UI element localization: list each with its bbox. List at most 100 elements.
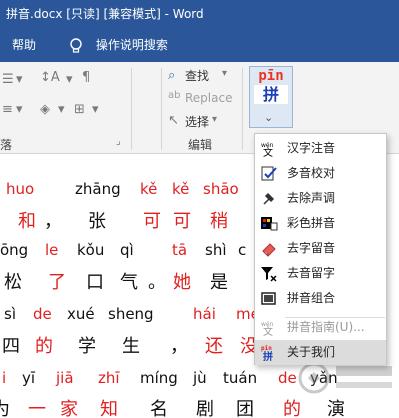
dropdown-arrow-icon[interactable]: ▾	[212, 114, 217, 125]
menu-item-label: 去音留字	[287, 266, 336, 280]
hanzi-token: 口	[86, 272, 104, 293]
menu-item-label: 多音校对	[287, 166, 336, 180]
hanzi-token: 稍	[210, 211, 228, 232]
dropdown-arrow-icon[interactable]: ▾	[16, 102, 23, 117]
svg-text:拼: 拼	[263, 350, 273, 361]
chevron-down-icon: ⌄	[264, 111, 274, 124]
hanzi-token: 气	[120, 272, 138, 293]
align-icon[interactable]: ≡	[2, 102, 13, 117]
group-separator	[242, 68, 243, 150]
lightbulb-icon	[70, 37, 82, 53]
menu-item-hanzi-annotate[interactable]: wén 文 汉字注音	[255, 136, 386, 161]
tell-me-label: 操作说明搜索	[95, 38, 168, 52]
hanzi-token: 生	[122, 336, 140, 357]
pinyin-token: de	[278, 369, 297, 387]
dropdown-arrow-icon[interactable]: ▾	[92, 102, 99, 117]
menu-item-remove-char-keep-pinyin[interactable]: 去字留音	[255, 236, 386, 261]
hanzi-token: 学	[78, 336, 96, 357]
menu-item-label: 彩色拼音	[287, 216, 336, 230]
pinyin-token: shāo	[203, 180, 239, 198]
filter-icon	[261, 267, 277, 282]
pinyin-token: sheng	[108, 305, 154, 323]
menu-item-label: 拼音组合	[287, 291, 336, 305]
select-cursor-icon: ↖	[168, 113, 179, 128]
paragraph-mark-icon[interactable]: ¶	[82, 70, 90, 85]
pinyin-token: shì	[205, 241, 227, 259]
pinyin-token: zhī	[98, 369, 120, 387]
hanzi-token: 名	[150, 399, 168, 418]
wen-zi-annotate-icon: wén 文	[261, 142, 274, 157]
pinyin-token: xué	[67, 305, 95, 323]
pinyin-token: c	[238, 241, 247, 259]
dropdown-arrow-icon[interactable]: ▾	[16, 72, 23, 87]
hanzi-token: ，	[170, 336, 188, 357]
hanzi-token: 的	[283, 399, 301, 418]
hanzi-token: 的	[35, 336, 53, 357]
hanzi-token: 还	[205, 336, 223, 357]
pinyin-token: qì	[120, 241, 134, 259]
window-title: 拼音.docx [只读] [兼容模式] - Word	[6, 7, 204, 21]
hanzi-token: 松	[4, 272, 22, 293]
hanzi-token: 剧	[196, 399, 214, 418]
pinyin-addin-button[interactable]: pīn 拼 ⌄	[249, 66, 293, 128]
menu-item-label: 去除声调	[287, 191, 336, 205]
menu-item-label: 汉字注音	[287, 141, 336, 155]
menu-help[interactable]: 帮助	[12, 28, 36, 62]
pinyin-token: kě	[172, 180, 190, 198]
hanzi-token: 张	[88, 211, 106, 232]
pinyin-token: yī	[22, 369, 36, 387]
dropdown-arrow-icon[interactable]: ▾	[58, 102, 65, 117]
group-label-paragraph: 落	[0, 138, 13, 152]
title-bar: 拼音.docx [只读] [兼容模式] - Word	[0, 0, 399, 28]
pinyin-logo-icon: pīn 拼	[254, 69, 288, 105]
borders-icon[interactable]: ⊞	[74, 102, 85, 117]
hanzi-token: 一	[28, 399, 46, 418]
hanzi-token: 四	[2, 336, 20, 357]
pinyin-token: le	[45, 241, 59, 259]
sort-icon[interactable]: ↕A	[40, 70, 60, 85]
menu-item-about-us[interactable]: pīn 拼 关于我们	[255, 340, 386, 365]
menu-item-label: 关于我们	[287, 345, 336, 359]
line-spacing-icon[interactable]: ☰	[2, 72, 14, 87]
find-button[interactable]: 查找	[185, 67, 209, 84]
about-pinyin-icon: pīn 拼	[261, 345, 273, 361]
pinyin-token: kě	[140, 180, 158, 198]
menu-item-label: 拼音指南(U)...	[287, 320, 365, 334]
menu-item-remove-tone[interactable]: 去除声调	[255, 186, 386, 211]
hanzi-token: 。	[148, 272, 166, 293]
group-label-edit: 编辑	[188, 138, 213, 152]
dropdown-arrow-icon[interactable]: ▾	[222, 68, 227, 79]
menu-item-color-pinyin[interactable]: 彩色拼音	[255, 211, 386, 236]
hanzi-token: 是	[210, 272, 228, 293]
hanzi-token: 知	[100, 399, 118, 418]
svg-text:文: 文	[263, 325, 273, 336]
menu-item-pinyin-combine[interactable]: 拼音组合	[255, 286, 386, 311]
pinyin-token: ōng	[0, 241, 29, 259]
pinyin-token: jù	[193, 369, 207, 387]
select-button[interactable]: 选择	[185, 113, 209, 130]
pinyin-token: kǒu	[77, 241, 105, 259]
hanzi-token: 演	[327, 399, 345, 418]
dropdown-arrow-icon[interactable]: ▾	[66, 72, 73, 87]
color-pinyin-icon	[261, 217, 278, 231]
hanzi-token: 和	[18, 211, 36, 232]
hanzi-token: ，	[44, 211, 62, 232]
pinyin-logo-char: 拼	[254, 85, 288, 104]
dialog-launcher-icon[interactable]: ⌟	[116, 136, 121, 147]
menu-item-pinyin-guide[interactable]: wén 文 拼音指南(U)...	[255, 315, 386, 340]
pinyin-token: zhāng	[75, 180, 121, 198]
pinyin-token: huo	[6, 180, 35, 198]
replace-button[interactable]: Replace	[185, 91, 232, 105]
shading-icon[interactable]: ◈	[40, 102, 50, 117]
hanzi-token: 为	[0, 399, 10, 418]
menu-item-polyphone-proof[interactable]: 多音校对	[255, 161, 386, 186]
menu-item-remove-pinyin-keep-char[interactable]: 去音留字	[255, 261, 386, 286]
pinyin-token: jiā	[56, 369, 74, 387]
tell-me-search[interactable]: 操作说明搜索	[68, 28, 168, 62]
replace-icon: ab	[168, 90, 181, 101]
pinyin-token: sì	[4, 305, 16, 323]
hanzi-token: 了	[48, 272, 66, 293]
pin-tone-icon	[263, 192, 275, 205]
pinyin-token: míng	[140, 369, 178, 387]
find-icon: ⌕	[168, 68, 176, 83]
